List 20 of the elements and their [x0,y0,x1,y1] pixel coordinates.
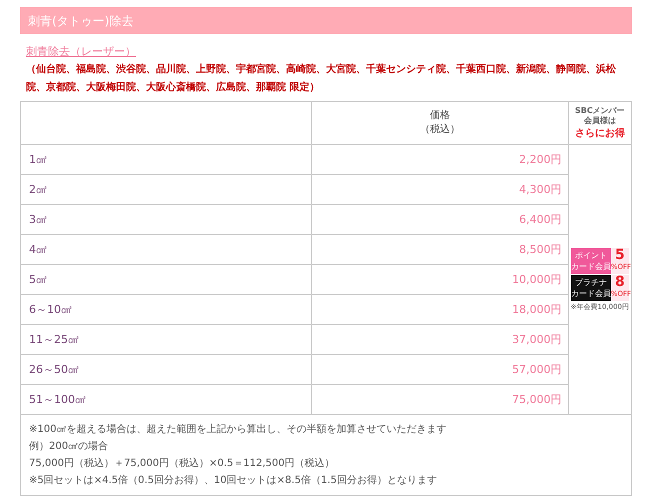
size-cell: 1㎠ [20,144,312,174]
size-cell: 11～25㎠ [20,324,312,354]
member-highlight: さらにお得 [574,126,626,140]
note-line: 75,000円（税込）＋75,000円（税込）×0.5＝112,500円（税込） [29,456,336,471]
header-cell: 価格 （税込） [312,102,568,144]
size-cell: 51～100㎠ [20,384,312,414]
note-line: ※100㎠を超える場合は、超えた範囲を上記から算出し、その半額を加算させていただきます [29,422,448,437]
size-cell: 26～50㎠ [20,354,312,384]
section-header: 刺青(タトゥー)除去 [20,7,632,34]
member-label: SBCメンバー 会員様は [574,106,626,126]
note-line: 例）200㎠の場合 [29,440,110,454]
size-cell: 5㎠ [20,264,312,294]
size-cell: 3㎠ [20,204,312,234]
note-line: ※5回セットは×4.5倍（0.5回分お得）、10回セットは×8.5倍（1.5回分お得）となります [29,474,438,488]
size-cell: 6～10㎠ [20,294,312,324]
price-cell: 2,200円 [312,144,568,174]
clinics-note: （仙台院、福島院、渋谷院、品川院、上野院、宇都宮院、高崎院、大宮院、千葉センシティ院、千葉西口院、新潟院、静岡院、浜松院、京都院、大阪梅田院、大阪心斎橋院、広島院、那覇院 限定） [26,62,617,95]
treatment-link[interactable]: 刺青除去（レーザー） [26,45,136,58]
size-cell: 2㎠ [20,174,312,204]
size-cell: 4㎠ [20,234,312,264]
